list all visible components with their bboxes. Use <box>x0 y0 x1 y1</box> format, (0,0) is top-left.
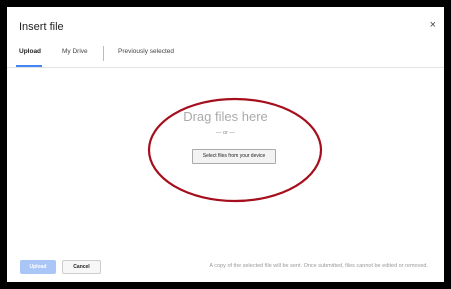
tab-upload[interactable]: Upload <box>19 43 41 65</box>
drop-zone-title: Drag files here <box>183 109 268 124</box>
cancel-button[interactable]: Cancel <box>62 260 101 274</box>
or-separator: — or — <box>216 130 235 136</box>
insert-file-dialog: Insert file × Upload My Drive Previously… <box>7 7 444 282</box>
close-icon[interactable]: × <box>430 19 436 31</box>
tab-bar: Upload My Drive Previously selected <box>7 43 444 68</box>
tab-divider <box>103 46 104 61</box>
select-files-button[interactable]: Select files from your device <box>192 149 276 164</box>
dialog-title: Insert file <box>19 21 64 33</box>
upload-button[interactable]: Upload <box>20 260 56 274</box>
active-tab-indicator <box>16 65 42 67</box>
tab-my-drive[interactable]: My Drive <box>62 43 88 65</box>
tab-previously-selected[interactable]: Previously selected <box>118 43 174 65</box>
footer-note: A copy of the selected file will be sent… <box>209 263 428 269</box>
